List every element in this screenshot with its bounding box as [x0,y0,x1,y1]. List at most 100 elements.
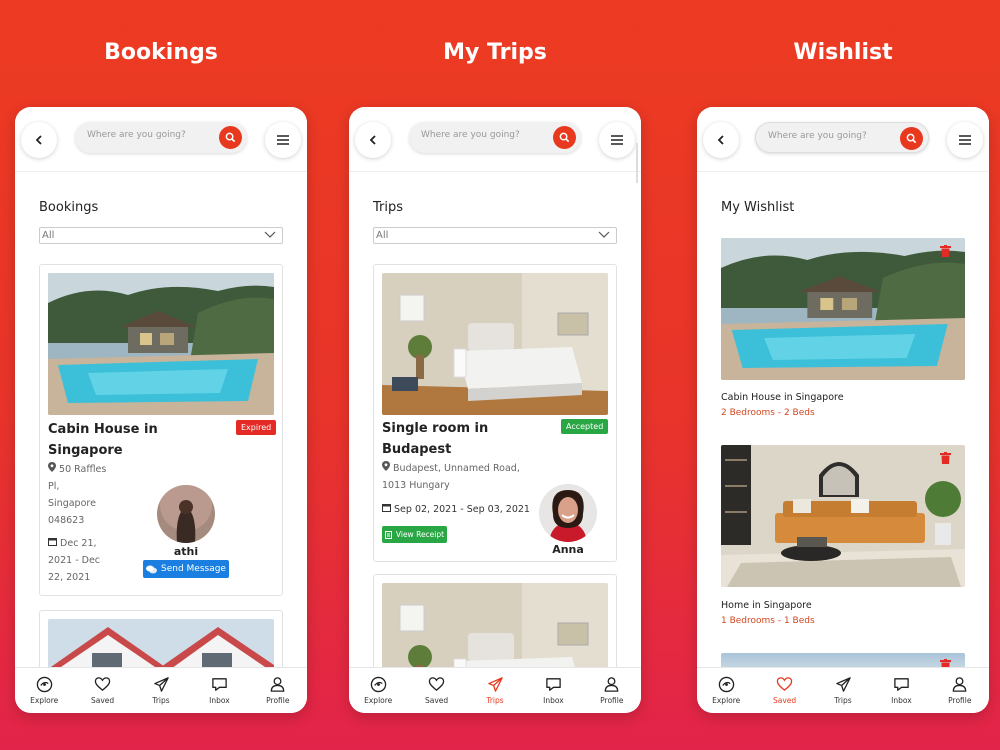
bookings-screen: Where are you going? Bookings All Cabin … [15,107,307,713]
trash-icon[interactable] [940,452,951,464]
trash-icon[interactable] [940,245,951,257]
menu-button[interactable] [599,122,635,158]
host-avatar[interactable] [539,484,597,542]
trips-screen: Where are you going? Trips All Single ro… [349,107,641,713]
back-button[interactable] [355,122,391,158]
nav-saved[interactable]: Saved [407,668,465,713]
search-button[interactable] [553,126,576,149]
listing-title: Single room in Budapest [382,421,489,457]
top-bar: Where are you going? [15,107,307,172]
menu-button[interactable] [947,122,983,158]
hamburger-menu-icon [611,135,623,145]
top-bar: Where are you going? [697,107,989,172]
search-input[interactable]: Where are you going? [755,122,929,153]
booking-filter-select[interactable]: All [39,227,283,244]
map-pin-icon [382,461,390,471]
address: 50 Raffles Pl, Singapore 048623 [48,462,107,526]
nav-inbox[interactable]: Inbox [190,668,248,713]
section-title: Bookings [39,200,99,215]
chat-icon [146,565,157,573]
nav-profile[interactable]: Profile [249,668,307,713]
search-placeholder: Where are you going? [768,131,867,141]
wishlist-photo[interactable] [721,445,965,587]
calendar-icon [48,538,57,546]
nav-inbox[interactable]: Inbox [524,668,582,713]
back-button[interactable] [21,122,57,158]
chevron-left-icon [35,135,42,145]
bottom-nav: Explore Saved Trips Inbox Profile [15,667,307,713]
nav-saved[interactable]: Saved [73,668,131,713]
wishlist-screen: Where are you going? My Wishlist Cabin H… [697,107,989,713]
search-input[interactable]: Where are you going? [75,122,247,153]
listing-photo [48,273,274,415]
heart-icon [428,677,445,692]
calendar-icon [382,504,391,512]
nav-trips-active[interactable]: Trips [466,668,524,713]
receipt-icon [384,530,392,539]
search-icon [906,133,917,144]
back-button[interactable] [703,122,739,158]
section-title: My Wishlist [721,200,795,215]
nav-trips[interactable]: Trips [132,668,190,713]
panel-heading-bookings: Bookings [104,40,218,65]
filter-value: All [42,230,55,241]
search-placeholder: Where are you going? [421,130,520,140]
wishlist-item-title[interactable]: Home in Singapore [721,600,812,611]
host-name: athi [173,545,199,558]
explore-icon [36,676,52,693]
search-button[interactable] [219,126,242,149]
chevron-down-icon [264,231,276,238]
profile-icon [953,677,967,692]
wishlist-item-details: 1 Bedrooms - 1 Beds [721,616,815,626]
chevron-down-icon [598,231,610,238]
nav-explore[interactable]: Explore [697,668,755,713]
paper-plane-icon [487,677,503,692]
nav-explore[interactable]: Explore [349,668,407,713]
inbox-icon [546,678,561,691]
listing-photo [382,273,608,415]
trip-filter-select[interactable]: All [373,227,617,244]
listing-title: Cabin House in Singapore [48,422,158,458]
hamburger-menu-icon [959,135,971,145]
booking-dates: Dec 21, 2021 - Dec 22, 2021 [48,538,101,583]
trip-dates: Sep 02, 2021 - Sep 03, 2021 [382,501,530,518]
status-badge: Accepted [561,419,609,434]
hamburger-menu-icon [277,135,289,145]
menu-button[interactable] [265,122,301,158]
status-badge: Expired [236,420,277,435]
top-bar: Where are you going? [349,107,641,172]
booking-card[interactable]: Cabin House in Singapore Expired 50 Raff… [39,264,283,596]
wishlist-photo[interactable] [721,238,965,380]
chevron-left-icon [369,135,376,145]
nav-profile[interactable]: Profile [583,668,641,713]
nav-profile[interactable]: Profile [931,668,989,713]
explore-icon [370,676,386,693]
search-button[interactable] [900,127,923,150]
search-icon [225,132,236,143]
trip-card[interactable]: Single room in Budapest Accepted Budapes… [373,264,617,562]
nav-inbox[interactable]: Inbox [872,668,930,713]
inbox-icon [212,678,227,691]
nav-explore[interactable]: Explore [15,668,73,713]
map-pin-icon [48,462,56,472]
inbox-icon [894,678,909,691]
search-icon [559,132,570,143]
send-message-button[interactable]: Send Message [143,560,229,578]
search-placeholder: Where are you going? [87,130,186,140]
host-avatar[interactable] [157,485,215,543]
paper-plane-icon [835,677,851,692]
heart-icon [94,677,111,692]
nav-saved-active[interactable]: Saved [755,668,813,713]
bottom-nav: Explore Saved Trips Inbox Profile [349,667,641,713]
wishlist-item-details: 2 Bedrooms - 2 Beds [721,408,815,418]
view-receipt-button[interactable]: View Receipt [382,526,447,543]
profile-icon [271,677,285,692]
filter-value: All [376,230,389,241]
nav-trips[interactable]: Trips [814,668,872,713]
search-input[interactable]: Where are you going? [409,122,581,153]
address: Budapest, Unnamed Road, 1013 Hungary [382,461,520,491]
heart-icon [776,677,793,692]
wishlist-item-title[interactable]: Cabin House in Singapore [721,392,844,403]
host-name: Anna [552,543,584,556]
scrollbar[interactable] [636,143,638,183]
